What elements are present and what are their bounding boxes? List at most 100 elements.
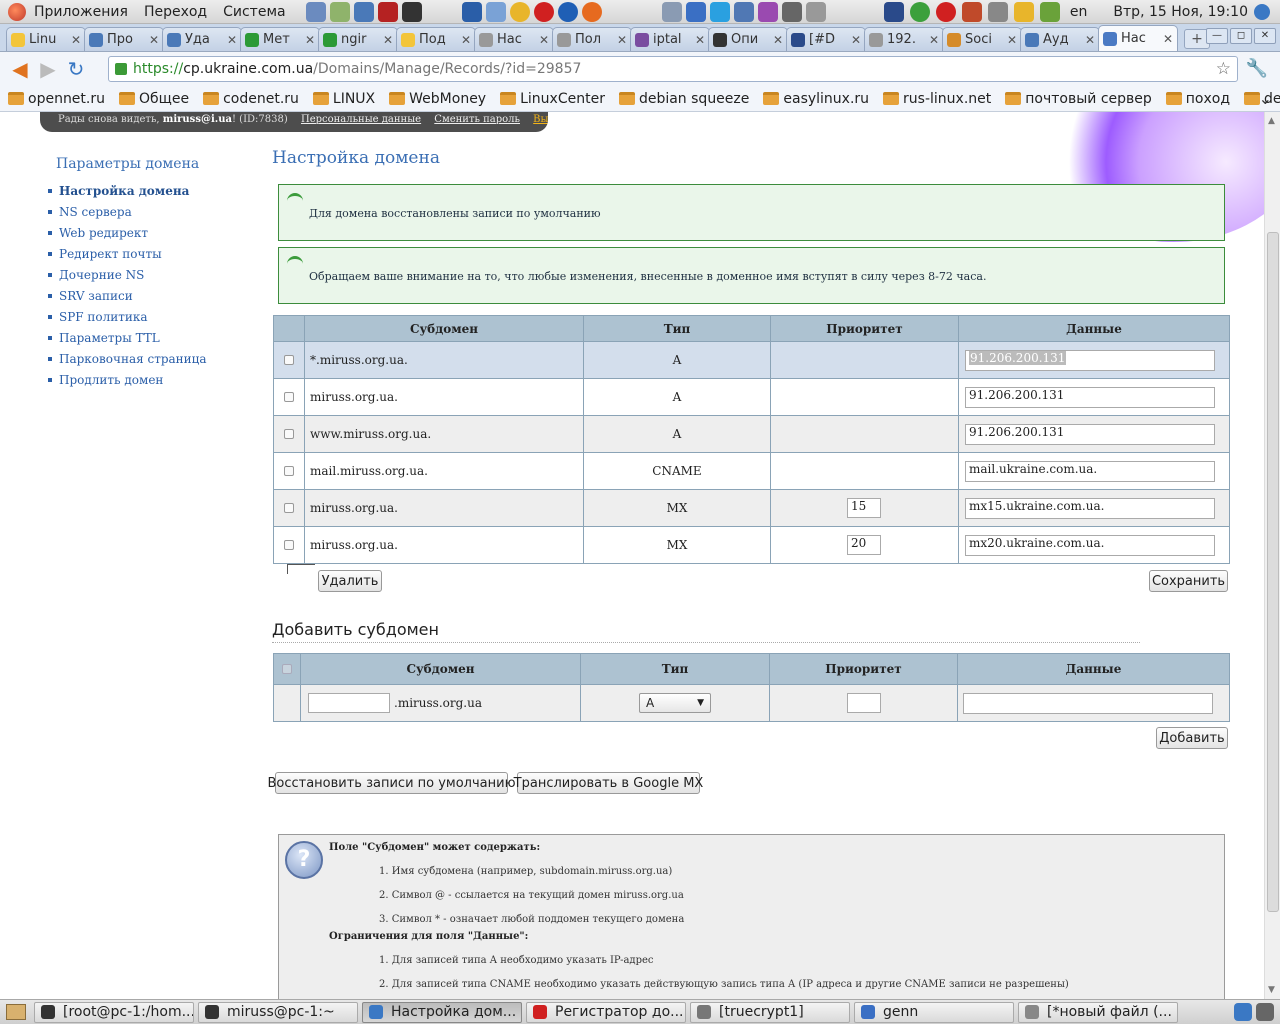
browser-tab[interactable]: iptal ✕ — [630, 27, 710, 51]
applet-icon[interactable] — [757, 1, 778, 22]
close-tab-icon[interactable]: ✕ — [305, 33, 315, 47]
bookmark-folder[interactable]: easylinux.ru — [763, 91, 869, 107]
browser-tab[interactable]: Soci ✕ — [942, 27, 1022, 51]
scroll-down-icon[interactable]: ▼ — [1268, 985, 1275, 995]
bookmark-star-icon[interactable]: ☆ — [1216, 59, 1231, 79]
browser-tab[interactable]: 192. ✕ — [864, 27, 944, 51]
chrome-icon[interactable] — [509, 1, 530, 22]
record-type-select[interactable]: A ▼ — [639, 693, 711, 713]
forward-button[interactable]: ▶ — [34, 55, 62, 83]
applet-icon[interactable] — [781, 1, 802, 22]
sidebar-item[interactable]: Парковочная страница — [48, 348, 207, 369]
scroll-thumb[interactable] — [1267, 232, 1279, 912]
sidebar-item[interactable]: Редирект почты — [48, 243, 207, 264]
check-icon[interactable] — [909, 2, 930, 22]
browser-tab[interactable]: Под ✕ — [396, 27, 476, 51]
priority-input[interactable]: 20 — [847, 535, 881, 555]
launcher-icon[interactable] — [305, 1, 326, 22]
reload-button[interactable]: ↻ — [62, 55, 90, 83]
bookmark-folder[interactable]: WebMoney — [389, 91, 486, 107]
restore-defaults-button[interactable]: Восстановить записи по умолчанию — [267, 772, 516, 794]
applet-icon[interactable] — [883, 2, 904, 22]
new-priority-input[interactable] — [847, 693, 881, 713]
scroll-up-icon[interactable]: ▲ — [1268, 116, 1275, 126]
terminal-icon[interactable] — [377, 1, 398, 22]
launcher-icon[interactable] — [353, 1, 374, 22]
sidebar-item[interactable]: Web редирект — [48, 222, 207, 243]
record-checkbox[interactable] — [284, 429, 294, 439]
browser-tab[interactable]: Нас ✕ — [474, 27, 554, 51]
chrome-icon[interactable] — [1254, 4, 1270, 20]
applet-icon[interactable] — [685, 1, 706, 22]
chrome-icon[interactable] — [1234, 1003, 1252, 1021]
browser-tab[interactable]: Linu ✕ — [6, 27, 86, 51]
sidebar-item[interactable]: SPF политика — [48, 306, 207, 327]
browser-tab[interactable]: Пол ✕ — [552, 27, 632, 51]
terminal-icon[interactable] — [401, 1, 422, 22]
close-tab-icon[interactable]: ✕ — [71, 33, 81, 47]
network-icon[interactable] — [987, 2, 1008, 22]
close-tab-icon[interactable]: ✕ — [461, 33, 471, 47]
launcher-icon[interactable] — [485, 1, 506, 22]
close-tab-icon[interactable]: ✕ — [773, 33, 783, 47]
bookmark-folder[interactable]: codenet.ru — [203, 91, 299, 107]
address-bar[interactable]: https:// cp.ukraine.com.ua /Domains/Mana… — [108, 56, 1238, 82]
sidebar-item[interactable]: Продлить домен — [48, 369, 207, 390]
record-checkbox[interactable] — [284, 466, 294, 476]
close-tab-icon[interactable]: ✕ — [851, 33, 861, 47]
opera-icon[interactable] — [533, 1, 554, 22]
data-input[interactable]: mx20.ukraine.com.ua. — [965, 534, 1215, 556]
data-input[interactable]: mx15.ukraine.com.ua. — [965, 497, 1215, 519]
bookmark-folder[interactable]: rus-linux.net — [883, 91, 991, 107]
menu-places[interactable]: Переход — [136, 4, 215, 20]
record-checkbox[interactable] — [284, 355, 294, 365]
opera-icon[interactable] — [935, 2, 956, 22]
skype-icon[interactable] — [709, 1, 730, 22]
taskbar-window[interactable]: Настройка дом... — [362, 1001, 522, 1023]
taskbar-window[interactable]: Регистратор до... — [526, 1001, 686, 1023]
sidebar-item[interactable]: Параметры TTL — [48, 327, 207, 348]
browser-tab[interactable]: Ауд ✕ — [1020, 27, 1100, 51]
menu-applications[interactable]: Приложения — [0, 4, 136, 20]
show-desktop-button[interactable] — [6, 1004, 26, 1020]
data-input[interactable]: 91.206.200.131 — [965, 386, 1215, 408]
clock[interactable]: Втр, 15 Ноя, 19:10 — [1113, 4, 1248, 20]
browser-tab[interactable]: Опи ✕ — [708, 27, 788, 51]
data-input[interactable]: mail.ukraine.com.ua. — [965, 460, 1215, 482]
close-tab-icon[interactable]: ✕ — [929, 33, 939, 47]
browser-tab[interactable]: Мет ✕ — [240, 27, 320, 51]
close-tab-icon[interactable]: ✕ — [695, 33, 705, 47]
priority-input[interactable]: 15 — [847, 498, 881, 518]
data-input[interactable]: 91.206.200.131 — [965, 349, 1215, 371]
close-tab-icon[interactable]: ✕ — [617, 33, 627, 47]
bookmark-folder[interactable]: opennet.ru — [8, 91, 105, 107]
applet-icon[interactable] — [733, 1, 754, 22]
keyboard-layout[interactable]: en — [1070, 4, 1088, 20]
firefox-icon[interactable] — [581, 1, 602, 22]
browser-tab[interactable]: [#D ✕ — [786, 27, 866, 51]
minimize-button[interactable]: — — [1206, 28, 1228, 44]
bookmark-folder[interactable]: почтовый сервер — [1005, 91, 1152, 107]
browser-tab[interactable]: Уда ✕ — [162, 27, 242, 51]
taskbar-window[interactable]: [*новый файл (... — [1018, 1001, 1178, 1023]
close-tab-icon[interactable]: ✕ — [1007, 33, 1017, 47]
personal-data-link[interactable]: Персональные данные — [301, 114, 421, 125]
delete-button[interactable]: Удалить — [318, 570, 382, 592]
bookmark-folder[interactable]: debian squeeze — [618, 91, 749, 107]
applet-icon[interactable] — [961, 2, 982, 22]
taskbar-window[interactable]: genn — [854, 1001, 1014, 1023]
taskbar-window[interactable]: [root@pc-1:/hom... — [34, 1001, 194, 1023]
bookmark-folder[interactable]: поход — [1165, 91, 1230, 107]
google-mx-button[interactable]: Транслировать в Google MX — [514, 772, 703, 794]
chevron-down-icon[interactable]: ⌄ — [1259, 89, 1272, 108]
menu-system[interactable]: Система — [215, 4, 293, 20]
back-button[interactable]: ◀ — [6, 55, 34, 83]
page-scrollbar[interactable]: ▲ ▼ — [1264, 112, 1280, 999]
browser-tab[interactable]: ngir ✕ — [318, 27, 398, 51]
record-checkbox[interactable] — [284, 503, 294, 513]
wrench-menu-icon[interactable]: 🔧 — [1246, 58, 1268, 79]
launcher-icon[interactable] — [461, 1, 482, 22]
workspace-icon[interactable] — [1256, 1003, 1274, 1021]
taskbar-window[interactable]: miruss@pc-1:~ — [198, 1001, 358, 1023]
applet-icon[interactable] — [1039, 2, 1060, 22]
